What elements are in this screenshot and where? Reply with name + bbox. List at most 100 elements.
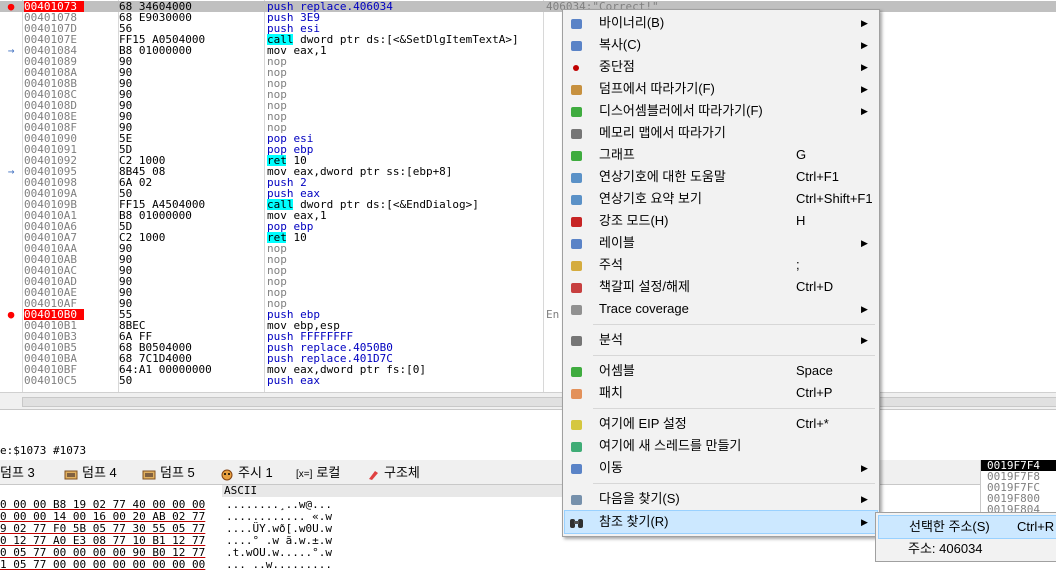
tab-label: 덤프 3 xyxy=(0,465,35,480)
menu-item-thread[interactable]: 여기에 새 스레드를 만들기 xyxy=(565,435,877,457)
disasm-row[interactable]: → 00401095 8B45 08 mov eax,dword ptr ss:[eb… xyxy=(0,166,1056,177)
disasm-row[interactable]: 004010AB 90 nop xyxy=(0,254,1056,265)
tab-dump-4[interactable]: 덤프 4 xyxy=(64,464,117,482)
tab-dump-3[interactable]: 덤프 3 xyxy=(0,464,35,482)
horizontal-scrollbar[interactable] xyxy=(0,392,1056,409)
disasm-row[interactable]: 004010AC 90 nop xyxy=(0,265,1056,276)
menu-item-eip[interactable]: 여기에 EIP 설정 Ctrl+* xyxy=(565,413,877,435)
comment-cell: En xyxy=(546,308,560,321)
watch-icon xyxy=(220,468,234,481)
submenu-arrow-icon: ▶ xyxy=(861,62,868,72)
menu-separator xyxy=(593,408,875,409)
menu-item-label: Trace coverage xyxy=(599,301,689,316)
menu-item-comment[interactable]: 주석; xyxy=(565,254,877,276)
menu-item-label: 참조 찾기(R) xyxy=(599,514,669,529)
disasm-row[interactable]: 004010AF 90 nop xyxy=(0,298,1056,309)
menu-item-shortcut: H xyxy=(796,213,806,228)
label-icon xyxy=(569,236,584,250)
analysis-icon xyxy=(569,333,584,347)
menu-separator xyxy=(593,483,875,484)
memory-map-icon xyxy=(569,126,584,140)
instruction-cell: push eax xyxy=(267,374,320,387)
submenu-arrow-icon: ▶ xyxy=(861,238,868,248)
submenu-arrow-icon: ▶ xyxy=(861,304,868,314)
disasm-row[interactable]: 004010AA 90 nop xyxy=(0,243,1056,254)
menu-item-copy[interactable]: 복사(C) ▶ xyxy=(565,34,877,56)
menu-item-binary[interactable]: 바이너리(B) ▶ xyxy=(565,12,877,34)
menu-item-address[interactable]: 주소: 406034 xyxy=(878,538,1055,560)
menu-item-shortcut: Ctrl+* xyxy=(796,416,829,431)
menu-item-patch[interactable]: 패치 Ctrl+P xyxy=(565,382,877,404)
tab-dump-5[interactable]: 덤프 5 xyxy=(142,464,195,482)
disassembly-view[interactable]: ● 00401073 68 34604000 push replace.406034 4… xyxy=(0,0,1056,392)
tab-label: 덤프 5 xyxy=(160,465,195,480)
disasm-row[interactable]: 0040108F 90 nop xyxy=(0,122,1056,133)
menu-item-cpu[interactable]: 디스어셈블러에서 따라가기(F) ▶ xyxy=(565,100,877,122)
menu-item-bookmark[interactable]: 책갈피 설정/해제 Ctrl+D xyxy=(565,276,877,298)
disasm-row[interactable]: 00401078 68 E9030000 push 3E9 xyxy=(0,12,1056,23)
menu-item-label: 주소: 406034 xyxy=(908,541,983,556)
menu-item-search[interactable]: 다음을 찾기(S) ▶ xyxy=(565,488,877,510)
menu-item-help[interactable]: 연상기호에 대한 도움말 Ctrl+F1 xyxy=(565,166,877,188)
menu-item-highlight[interactable]: 강조 모드(H) H xyxy=(565,210,877,232)
menu-item-dump[interactable]: 덤프에서 따라가기(F) ▶ xyxy=(565,78,877,100)
bytes-cell: 50 xyxy=(119,374,133,387)
menu-item-shortcut: Ctrl+D xyxy=(796,279,834,294)
menu-item-shortcut: ; xyxy=(796,257,800,272)
disasm-row[interactable]: ● 004010B0 55 push ebp En xyxy=(0,309,1056,320)
tab-label: 덤프 4 xyxy=(82,465,117,480)
scrollbar-thumb[interactable] xyxy=(22,397,1056,407)
breakpoint-icon xyxy=(569,60,584,74)
struct-icon xyxy=(366,468,380,480)
cpu-icon xyxy=(569,104,584,118)
jump-arrow-icon: → xyxy=(7,165,15,178)
menu-item-help-brief[interactable]: 연상기호 요약 보기 Ctrl+Shift+F1 xyxy=(565,188,877,210)
menu-item-label: 책갈피 설정/해제 xyxy=(599,279,690,294)
tab-locals[interactable]: [x=] 로컬 xyxy=(296,464,340,482)
disasm-row[interactable]: 00401090 5E pop esi xyxy=(0,133,1056,144)
disasm-row[interactable]: 0040108D 90 nop xyxy=(0,100,1056,111)
disasm-row[interactable]: 004010AD 90 nop xyxy=(0,276,1056,287)
menu-item-analysis[interactable]: 분석 ▶ xyxy=(565,329,877,351)
disasm-row[interactable]: 004010AE 90 nop xyxy=(0,287,1056,298)
disasm-row[interactable]: → 00401084 B8 01000000 mov eax,1 xyxy=(0,45,1056,56)
thread-icon xyxy=(569,439,584,453)
submenu-arrow-icon: ▶ xyxy=(861,18,868,28)
menu-item-binoculars[interactable]: 참조 찾기(R) ▶ xyxy=(564,510,878,534)
disasm-row[interactable]: 00401098 6A 02 push 2 xyxy=(0,177,1056,188)
menu-item-label: 그래프 xyxy=(599,147,635,162)
disasm-row[interactable]: 004010BF 64:A1 00000000 mov eax,dword ptr … xyxy=(0,364,1056,375)
submenu-arrow-icon: ▶ xyxy=(861,335,868,345)
info-text: e:$1073 #1073 xyxy=(0,444,87,457)
menu-item-label: 중단점 xyxy=(599,59,635,74)
menu-item-assemble[interactable]: 어셈블 Space xyxy=(565,360,877,382)
menu-item-label[interactable]: 레이블 ▶ xyxy=(565,232,877,254)
disasm-row[interactable]: 0040108E 90 nop xyxy=(0,111,1056,122)
menu-separator xyxy=(593,324,875,325)
disasm-row[interactable]: 0040108B 90 nop xyxy=(0,78,1056,89)
disasm-row[interactable]: 004010B1 8BEC mov ebp,esp xyxy=(0,320,1056,331)
tab-label: 로컬 xyxy=(316,465,341,480)
disasm-row[interactable]: 004010C5 50 push eax xyxy=(0,375,1056,386)
tab-watch-1[interactable]: 주시 1 xyxy=(220,464,273,482)
disasm-row[interactable]: 004010A1 B8 01000000 mov eax,1 xyxy=(0,210,1056,221)
submenu-arrow-icon: ▶ xyxy=(861,40,868,50)
menu-item-memory-map[interactable]: 메모리 맵에서 따라가기 xyxy=(565,122,877,144)
binary-icon xyxy=(569,16,584,30)
disasm-row[interactable]: 004010A7 C2 1000 ret 10 xyxy=(0,232,1056,243)
menu-item-shortcut: Ctrl+Shift+F1 xyxy=(796,191,873,206)
disasm-row[interactable]: 0040108A 90 nop xyxy=(0,67,1056,78)
disasm-row[interactable]: 00401089 90 nop xyxy=(0,56,1056,67)
tab-struct[interactable]: 구조체 xyxy=(366,464,420,482)
bookmark-icon xyxy=(569,280,584,294)
ascii-column-header: ASCII xyxy=(222,485,564,497)
menu-item-selected-address[interactable]: 선택한 주소(S) Ctrl+R xyxy=(878,515,1056,539)
breakpoint-icon: ● xyxy=(7,308,15,321)
menu-item-graph[interactable]: 그래프 G xyxy=(565,144,877,166)
menu-item-trace[interactable]: Trace coverage ▶ xyxy=(565,298,877,320)
disasm-row[interactable]: 0040108C 90 nop xyxy=(0,89,1056,100)
menu-item-goto[interactable]: 이동 ▶ xyxy=(565,457,877,479)
menu-item-breakpoint[interactable]: 중단점 ▶ xyxy=(565,56,877,78)
locals-icon: [x=] xyxy=(296,469,313,480)
submenu-arrow-icon: ▶ xyxy=(861,106,868,116)
